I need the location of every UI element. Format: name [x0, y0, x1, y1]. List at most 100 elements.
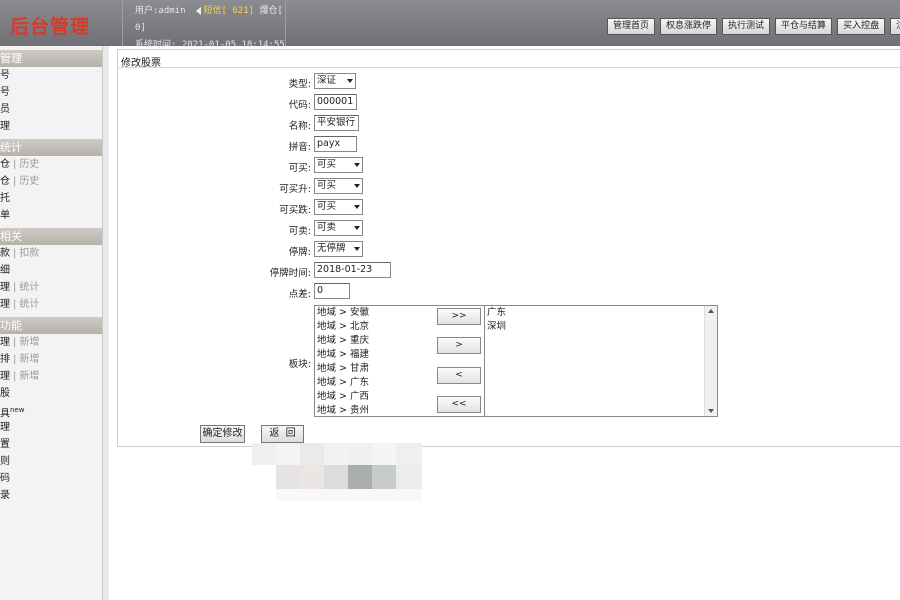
sidebar-item-link[interactable]: 理 — [0, 337, 10, 348]
sidebar-item-sublink[interactable]: 新增 — [19, 354, 39, 365]
sidebar-item-sublink[interactable]: 扣款 — [19, 248, 39, 259]
sidebar-item-link[interactable]: 细 — [0, 265, 10, 276]
sidebar-item-separator: | — [13, 248, 17, 259]
sidebar-item: 理 | 新增 — [0, 334, 102, 351]
confirm-edit-button[interactable]: 确定修改 — [200, 425, 245, 443]
scroll-down-icon — [708, 409, 714, 413]
sidebar-item-link[interactable]: 理 — [0, 121, 10, 132]
type-select[interactable]: 深证 — [314, 73, 356, 89]
move-all-left-button[interactable]: << — [437, 396, 481, 413]
edit-stock-panel: 修改股票 类型: 深证 代码: 000001 名称: 平安银行 拼音: payx… — [117, 49, 900, 447]
sidebar-item-link[interactable]: 理 — [0, 422, 10, 433]
can-buy-up-label: 可买升: — [279, 184, 311, 195]
sidebar-item-link[interactable]: 理 — [0, 371, 10, 382]
sidebar-item-link[interactable]: 理 — [0, 299, 10, 310]
sidebar-item-link[interactable]: 号 — [0, 70, 10, 81]
liquidation-label[interactable]: 爆仓[ — [259, 6, 282, 16]
sidebar-item-sublink[interactable]: 历史 — [19, 176, 39, 187]
sidebar-section-header[interactable]: 相关 — [0, 228, 102, 245]
user-label: 用户:admin — [135, 6, 186, 16]
sms-link[interactable]: 短信[ 621] — [204, 6, 255, 16]
can-sell-select[interactable]: 可卖 — [314, 220, 363, 236]
sidebar-item: 单 — [0, 207, 102, 224]
sidebar-item-link[interactable]: 仓 — [0, 176, 10, 187]
sidebar-section-header[interactable]: 统计 — [0, 139, 102, 156]
sidebar-item: 理 — [0, 118, 102, 135]
sidebar-item-sublink[interactable]: 统计 — [19, 282, 39, 293]
pinyin-input[interactable]: payx — [314, 136, 357, 152]
sidebar-item: 码 — [0, 470, 102, 487]
sidebar-item: 仓 | 历史 — [0, 156, 102, 173]
selected-sectors-scrollbar[interactable] — [704, 306, 717, 416]
sidebar-item-link[interactable]: 股 — [0, 388, 10, 399]
nav-button[interactable]: 执行测试 — [722, 18, 771, 35]
nav-button[interactable]: 管理首页 — [607, 18, 656, 35]
code-input[interactable]: 000001 — [314, 94, 357, 110]
sidebar-item-link[interactable]: 仓 — [0, 159, 10, 170]
suspend-select[interactable]: 无停牌 — [314, 241, 363, 257]
sidebar-item-sublink[interactable]: 新增 — [19, 371, 39, 382]
sidebar-item: 理 | 新增 — [0, 368, 102, 385]
sidebar-item-link[interactable]: 单 — [0, 210, 10, 221]
sidebar-item: 托 — [0, 190, 102, 207]
nav-button[interactable]: 注 — [890, 18, 900, 35]
name-label: 名称: — [288, 121, 311, 132]
nav-button[interactable]: 权息涨跌停 — [660, 18, 718, 35]
sidebar-item-sublink[interactable]: 历史 — [19, 159, 39, 170]
sidebar-item-separator: | — [13, 159, 17, 170]
sidebar-item-separator: | — [13, 337, 17, 348]
move-all-right-button[interactable]: >> — [437, 308, 481, 325]
sidebar-item-link[interactable]: 码 — [0, 473, 10, 484]
sidebar-item: 款 | 扣款 — [0, 245, 102, 262]
sidebar-item: 置 — [0, 436, 102, 453]
sidebar-item: 细 — [0, 262, 102, 279]
sector-label: 板块: — [288, 359, 311, 370]
nav-button[interactable]: 平仓与结算 — [775, 18, 833, 35]
nav-button[interactable]: 买入控盘 — [837, 18, 886, 35]
move-left-button[interactable]: < — [437, 367, 481, 384]
sidebar-item-link[interactable]: 置 — [0, 439, 10, 450]
header-divider — [285, 0, 286, 46]
sidebar-item-link[interactable]: 排 — [0, 354, 10, 365]
sidebar-item-sublink[interactable]: 统计 — [19, 299, 39, 310]
sidebar-item-link[interactable]: 员 — [0, 104, 10, 115]
can-buy-select[interactable]: 可买 — [314, 157, 363, 173]
sidebar-item: 排 | 新增 — [0, 351, 102, 368]
sidebar-item: 理 | 统计 — [0, 296, 102, 313]
spread-input[interactable]: 0 — [314, 283, 350, 299]
sidebar-item: 理 — [0, 419, 102, 436]
selected-sectors-list[interactable]: 广东 深圳 — [484, 305, 718, 417]
back-button[interactable]: 返 回 — [261, 425, 304, 443]
header-divider — [122, 0, 123, 46]
can-buy-label: 可买: — [288, 163, 311, 174]
sidebar-item-link[interactable]: 托 — [0, 193, 10, 204]
sidebar-section-header[interactable]: 管理 — [0, 50, 102, 67]
chevron-down-icon — [354, 184, 360, 188]
sidebar-section-header[interactable]: 功能 — [0, 317, 102, 334]
sidebar-gutter — [103, 46, 109, 600]
sidebar-item: 号 — [0, 67, 102, 84]
blurred-watermark — [252, 443, 424, 509]
sidebar-item: 仓 | 历史 — [0, 173, 102, 190]
move-right-button[interactable]: > — [437, 337, 481, 354]
sidebar-item-separator: | — [13, 176, 17, 187]
sidebar-item-separator: | — [13, 354, 17, 365]
name-input[interactable]: 平安银行 — [314, 115, 359, 131]
sidebar-item-link[interactable]: 具 — [0, 408, 10, 419]
chevron-down-icon — [354, 226, 360, 230]
list-option[interactable]: 广东 — [485, 306, 717, 320]
can-buy-up-select[interactable]: 可买 — [314, 178, 363, 194]
list-option[interactable]: 深圳 — [485, 320, 717, 334]
suspend-time-input[interactable]: 2018-01-23 — [314, 262, 391, 278]
can-buy-down-select[interactable]: 可买 — [314, 199, 363, 215]
code-label: 代码: — [288, 100, 311, 111]
sidebar-item-link[interactable]: 则 — [0, 456, 10, 467]
sidebar-item-sublink[interactable]: 新增 — [19, 337, 39, 348]
type-label: 类型: — [288, 79, 311, 90]
sidebar-item-link[interactable]: 理 — [0, 282, 10, 293]
sidebar-item: 录 — [0, 487, 102, 504]
sidebar-item-link[interactable]: 号 — [0, 87, 10, 98]
scroll-up-icon — [708, 309, 714, 313]
sidebar-item-link[interactable]: 款 — [0, 248, 10, 259]
sidebar-item-link[interactable]: 录 — [0, 490, 10, 501]
